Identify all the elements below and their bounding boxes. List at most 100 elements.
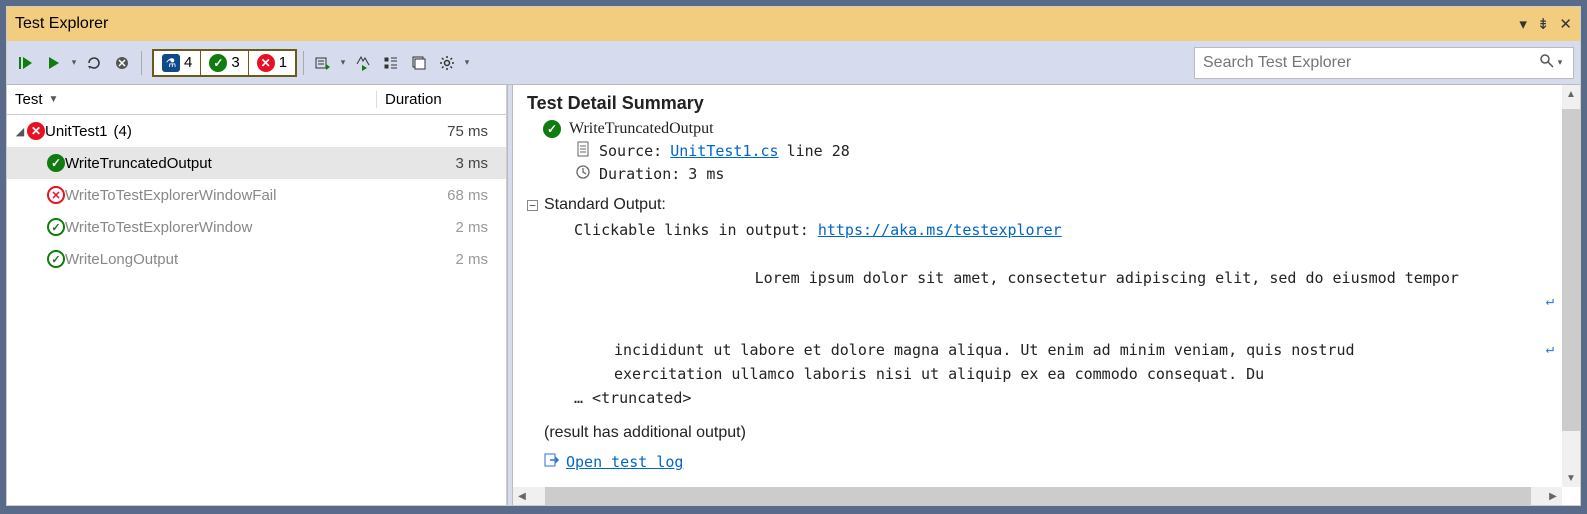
repeat-run-button[interactable] — [81, 47, 107, 79]
open-log-icon — [544, 452, 560, 472]
source-label: Source: — [599, 142, 662, 160]
columns-button[interactable] — [406, 47, 432, 79]
pass-icon — [209, 54, 227, 72]
test-tree-pane: Test ▼ Duration ◢ UnitTest1 (4) 75 ms — [7, 85, 507, 505]
tree-test-row[interactable]: WriteTruncatedOutput 3 ms — [7, 147, 506, 179]
test-duration: 68 ms — [396, 187, 506, 204]
additional-output-note: (result has additional output) — [544, 424, 1556, 442]
window-dropdown-icon[interactable]: ▾ — [1519, 15, 1527, 33]
wrap-indicator-icon: ↵ — [1546, 338, 1554, 360]
detail-title: Test Detail Summary — [527, 93, 1556, 114]
test-explorer-window: Test Explorer ▾ ⇟ ✕ ▾ 4 3 — [6, 6, 1581, 506]
toolbar: ▾ 4 3 1 ▾ — [7, 41, 1580, 85]
search-box[interactable]: ▾ — [1194, 47, 1574, 79]
stdout-section: − Standard Output: Clickable links in ou… — [527, 196, 1556, 472]
column-header-test[interactable]: Test ▼ — [7, 91, 377, 108]
test-name: WriteTruncatedOutput — [65, 155, 212, 172]
test-name: WriteLongOutput — [65, 251, 178, 268]
sort-indicator-icon: ▼ — [49, 94, 59, 105]
count-failed: 1 — [279, 54, 287, 71]
horizontal-scrollbar[interactable]: ◀ ▶ — [513, 487, 1562, 505]
test-duration: 2 ms — [396, 219, 506, 236]
detail-content: Test Detail Summary WriteTruncatedOutput… — [513, 85, 1580, 480]
fail-icon — [27, 122, 45, 140]
tree-group-row[interactable]: ◢ UnitTest1 (4) 75 ms — [7, 115, 506, 147]
output-text: Clickable links in output: — [574, 221, 809, 239]
window-pin-icon[interactable]: ⇟ — [1537, 15, 1550, 33]
output-link[interactable]: https://aka.ms/testexplorer — [818, 221, 1062, 239]
filter-failed-tests[interactable]: 1 — [249, 51, 295, 75]
detail-pane: Test Detail Summary WriteTruncatedOutput… — [513, 85, 1580, 505]
test-duration: 3 ms — [396, 155, 506, 172]
search-input[interactable] — [1203, 54, 1539, 72]
test-name: WriteToTestExplorerWindowFail — [65, 187, 276, 204]
tree-test-row[interactable]: WriteToTestExplorerWindowFail 68 ms — [7, 179, 506, 211]
duration-value: 3 ms — [688, 165, 724, 183]
source-line: line 28 — [787, 142, 850, 160]
run-button[interactable] — [41, 47, 67, 79]
pass-outline-icon — [47, 218, 65, 236]
vertical-scrollbar[interactable]: ▲ ▼ — [1562, 85, 1580, 487]
fail-icon — [257, 54, 275, 72]
window-title: Test Explorer — [15, 15, 1519, 33]
run-all-button[interactable] — [13, 47, 39, 79]
settings-button[interactable] — [434, 47, 460, 79]
body: Test ▼ Duration ◢ UnitTest1 (4) 75 ms — [7, 85, 1580, 505]
duration-label: Duration: — [599, 165, 680, 183]
collapse-toggle-icon[interactable]: − — [527, 200, 538, 211]
run-dropdown-icon[interactable]: ▾ — [69, 57, 79, 68]
count-passed: 3 — [231, 54, 239, 71]
scroll-left-icon[interactable]: ◀ — [513, 487, 531, 505]
test-count-filters: 4 3 1 — [152, 49, 297, 77]
cancel-run-button[interactable] — [109, 47, 135, 79]
detail-test-name: WriteTruncatedOutput — [569, 120, 714, 138]
flask-icon — [162, 54, 180, 72]
group-by-button[interactable] — [378, 47, 404, 79]
playlist-dropdown-icon[interactable]: ▾ — [338, 57, 348, 68]
pass-outline-icon — [47, 250, 65, 268]
detail-test-name-row: WriteTruncatedOutput — [543, 120, 1556, 138]
detail-duration-row: Duration: 3 ms — [575, 164, 1556, 184]
pass-icon — [47, 154, 65, 172]
output-text: exercitation ullamco laboris nisi ut ali… — [614, 365, 1264, 383]
playlist-button[interactable] — [310, 47, 336, 79]
test-tree: ◢ UnitTest1 (4) 75 ms WriteTruncatedOutp… — [7, 115, 506, 505]
truncated-marker: … <truncated> — [574, 386, 1556, 410]
clock-icon — [575, 164, 591, 184]
settings-dropdown-icon[interactable]: ▾ — [462, 57, 472, 68]
titlebar: Test Explorer ▾ ⇟ ✕ — [7, 7, 1580, 41]
wrap-indicator-icon: ↵ — [1546, 290, 1554, 312]
output-text: incididunt ut labore et dolore magna ali… — [614, 341, 1355, 359]
detail-source-row: Source: UnitTest1.cs line 28 — [575, 141, 1556, 161]
separator — [303, 51, 304, 75]
search-icon[interactable] — [1539, 53, 1555, 73]
stdout-output: Clickable links in output: https://aka.m… — [574, 218, 1556, 410]
test-duration: 2 ms — [396, 251, 506, 268]
scrollbar-thumb[interactable] — [545, 487, 1531, 505]
group-name: UnitTest1 — [45, 123, 108, 140]
scroll-down-icon[interactable]: ▼ — [1562, 469, 1580, 487]
column-headers: Test ▼ Duration — [7, 85, 506, 115]
separator — [141, 51, 142, 75]
tree-test-row[interactable]: WriteLongOutput 2 ms — [7, 243, 506, 275]
open-test-log-link[interactable]: Open test log — [566, 453, 683, 471]
tree-test-row[interactable]: WriteToTestExplorerWindow 2 ms — [7, 211, 506, 243]
expand-toggle-icon[interactable]: ◢ — [13, 125, 27, 138]
test-name: WriteToTestExplorerWindow — [65, 219, 252, 236]
run-after-build-button[interactable] — [350, 47, 376, 79]
source-file-link[interactable]: UnitTest1.cs — [670, 142, 778, 160]
search-dropdown-icon[interactable]: ▾ — [1555, 57, 1565, 68]
filter-all-tests[interactable]: 4 — [154, 51, 201, 75]
stdout-label: Standard Output: — [544, 196, 1556, 214]
filter-passed-tests[interactable]: 3 — [201, 51, 248, 75]
fail-outline-icon — [47, 186, 65, 204]
scrollbar-thumb[interactable] — [1562, 109, 1580, 431]
pass-icon — [543, 120, 561, 138]
count-total: 4 — [184, 54, 192, 71]
column-header-duration[interactable]: Duration — [377, 91, 506, 108]
group-count: (4) — [114, 123, 132, 140]
scroll-right-icon[interactable]: ▶ — [1544, 487, 1562, 505]
window-close-icon[interactable]: ✕ — [1559, 15, 1572, 33]
scroll-up-icon[interactable]: ▲ — [1562, 85, 1580, 103]
document-icon — [575, 141, 591, 161]
